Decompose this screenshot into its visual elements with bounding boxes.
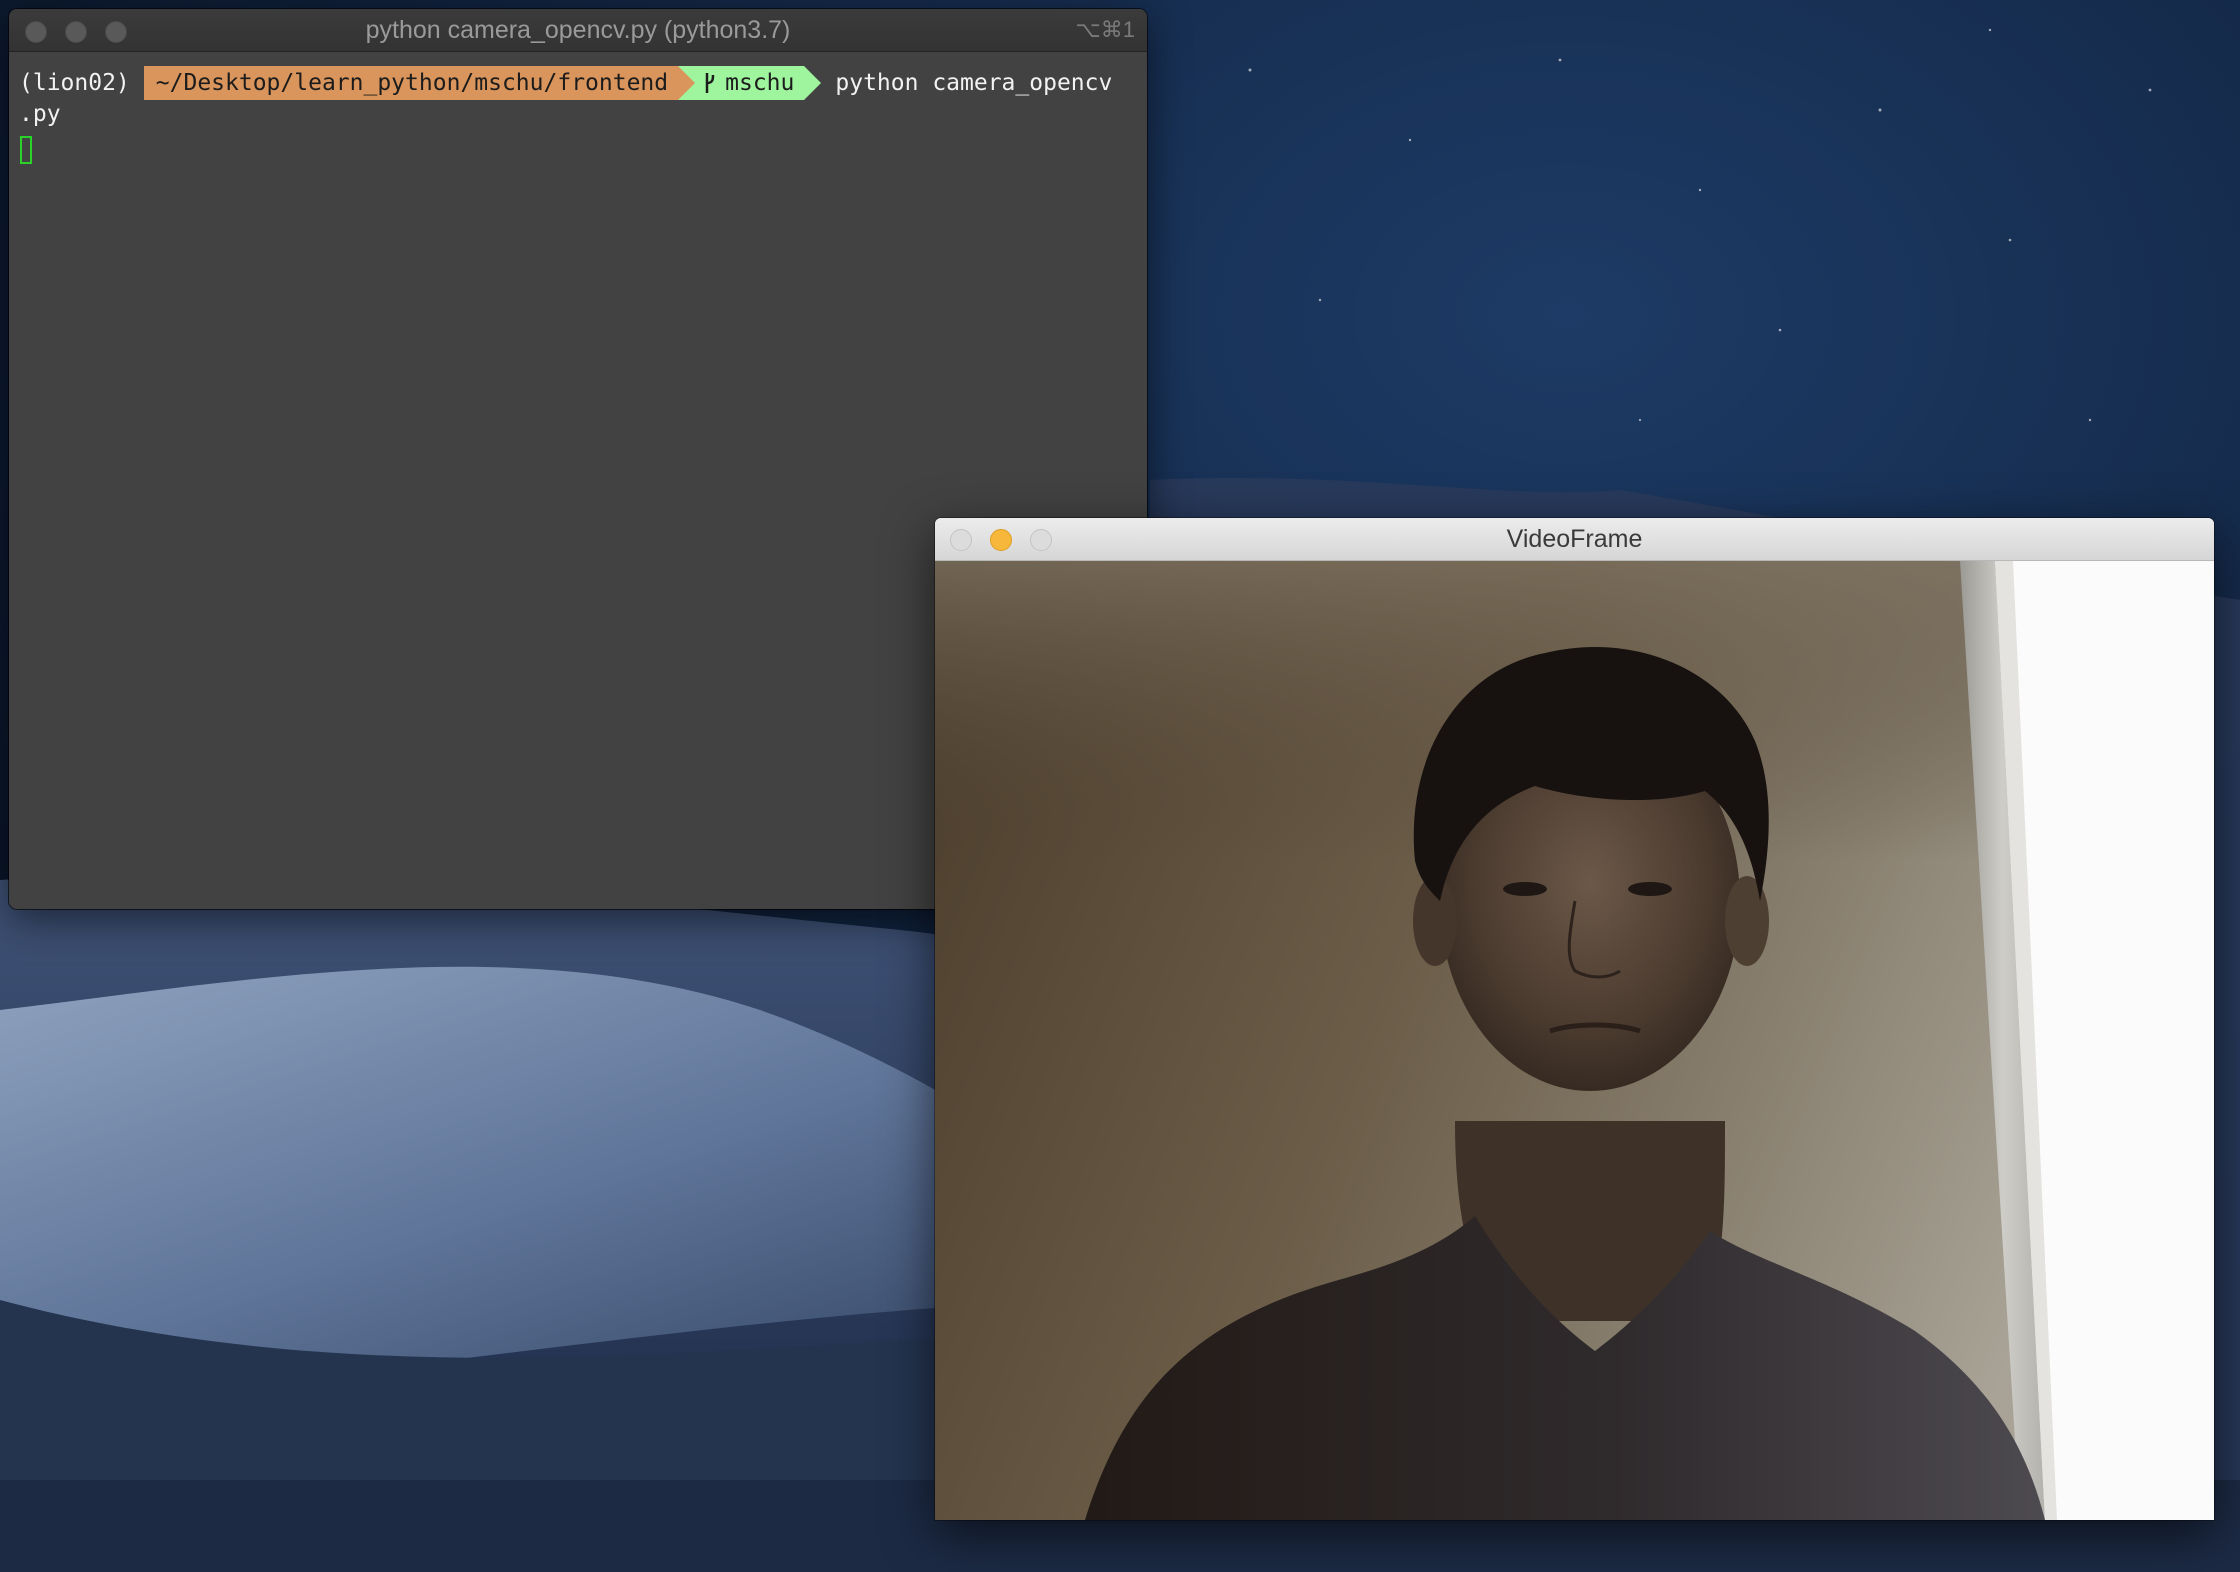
videoframe-window: VideoFrame bbox=[935, 518, 2214, 1520]
prompt-git: mschu bbox=[695, 66, 805, 100]
videoframe-title: VideoFrame bbox=[1506, 525, 1643, 553]
terminal-shortcut: ⌥⌘1 bbox=[1075, 17, 1135, 42]
terminal-title: python camera_opencv.py (python3.7) bbox=[365, 16, 791, 44]
prompt-command-wrap: .py bbox=[19, 101, 61, 127]
webcam-image bbox=[935, 561, 2214, 1520]
prompt-separator-path bbox=[678, 66, 696, 100]
prompt-command: python camera_opencv bbox=[835, 70, 1113, 96]
git-branch-icon bbox=[705, 73, 715, 93]
terminal-titlebar[interactable]: python camera_opencv.py (python3.7) ⌥⌘1 bbox=[9, 9, 1147, 52]
videoframe-titlebar[interactable]: VideoFrame bbox=[935, 518, 2214, 561]
prompt-env: (lion02) bbox=[19, 70, 130, 96]
prompt-path: ~/Desktop/learn_python/mschu/frontend bbox=[143, 66, 679, 100]
terminal-cursor bbox=[20, 136, 32, 164]
prompt-git-branch: mschu bbox=[725, 70, 795, 96]
prompt-line: (lion02) ~/Desktop/learn_python/mschu/fr… bbox=[19, 66, 1112, 100]
webcam-video-feed bbox=[935, 561, 2214, 1520]
prompt-separator-git bbox=[804, 66, 822, 100]
